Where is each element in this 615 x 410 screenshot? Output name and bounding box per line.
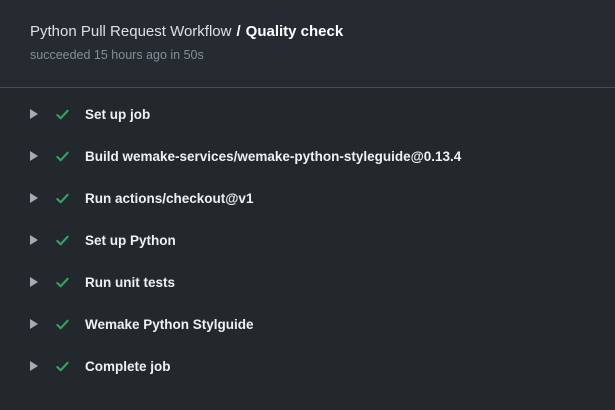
run-status-summary: succeeded 15 hours ago in 50s xyxy=(30,48,595,62)
step-row-build-styleguide[interactable]: Build wemake-services/wemake-python-styl… xyxy=(0,135,615,177)
step-label: Run unit tests xyxy=(85,275,175,290)
success-check-icon xyxy=(55,107,70,122)
step-row-run-unit-tests[interactable]: Run unit tests xyxy=(0,261,615,303)
step-row-run-checkout[interactable]: Run actions/checkout@v1 xyxy=(0,177,615,219)
chevron-right-icon[interactable] xyxy=(30,361,38,371)
success-check-icon xyxy=(55,359,70,374)
chevron-right-icon[interactable] xyxy=(30,235,38,245)
step-label: Complete job xyxy=(85,359,171,374)
step-row-set-up-python[interactable]: Set up Python xyxy=(0,219,615,261)
workflow-run-panel: Python Pull Request Workflow / Quality che… xyxy=(0,0,615,410)
chevron-right-icon[interactable] xyxy=(30,319,38,329)
success-check-icon xyxy=(55,317,70,332)
step-label: Wemake Python Stylguide xyxy=(85,317,254,332)
step-label: Set up job xyxy=(85,107,150,122)
title-separator: / xyxy=(236,23,240,40)
chevron-right-icon[interactable] xyxy=(30,109,38,119)
success-check-icon xyxy=(55,275,70,290)
success-check-icon xyxy=(55,233,70,248)
step-row-wemake-styleguide[interactable]: Wemake Python Stylguide xyxy=(0,303,615,345)
step-label: Run actions/checkout@v1 xyxy=(85,191,253,206)
steps-list: Set up job Build wemake-services/wemake-… xyxy=(0,88,615,387)
chevron-right-icon[interactable] xyxy=(30,193,38,203)
success-check-icon xyxy=(55,149,70,164)
step-row-set-up-job[interactable]: Set up job xyxy=(0,93,615,135)
success-check-icon xyxy=(55,191,70,206)
chevron-right-icon[interactable] xyxy=(30,277,38,287)
job-name: Quality check xyxy=(246,23,344,40)
workflow-name: Python Pull Request Workflow xyxy=(30,23,231,40)
run-title: Python Pull Request Workflow / Quality che… xyxy=(30,22,595,41)
chevron-right-icon[interactable] xyxy=(30,151,38,161)
step-label: Set up Python xyxy=(85,233,176,248)
step-row-complete-job[interactable]: Complete job xyxy=(0,345,615,387)
run-header: Python Pull Request Workflow / Quality che… xyxy=(0,0,615,88)
step-label: Build wemake-services/wemake-python-styl… xyxy=(85,149,461,164)
